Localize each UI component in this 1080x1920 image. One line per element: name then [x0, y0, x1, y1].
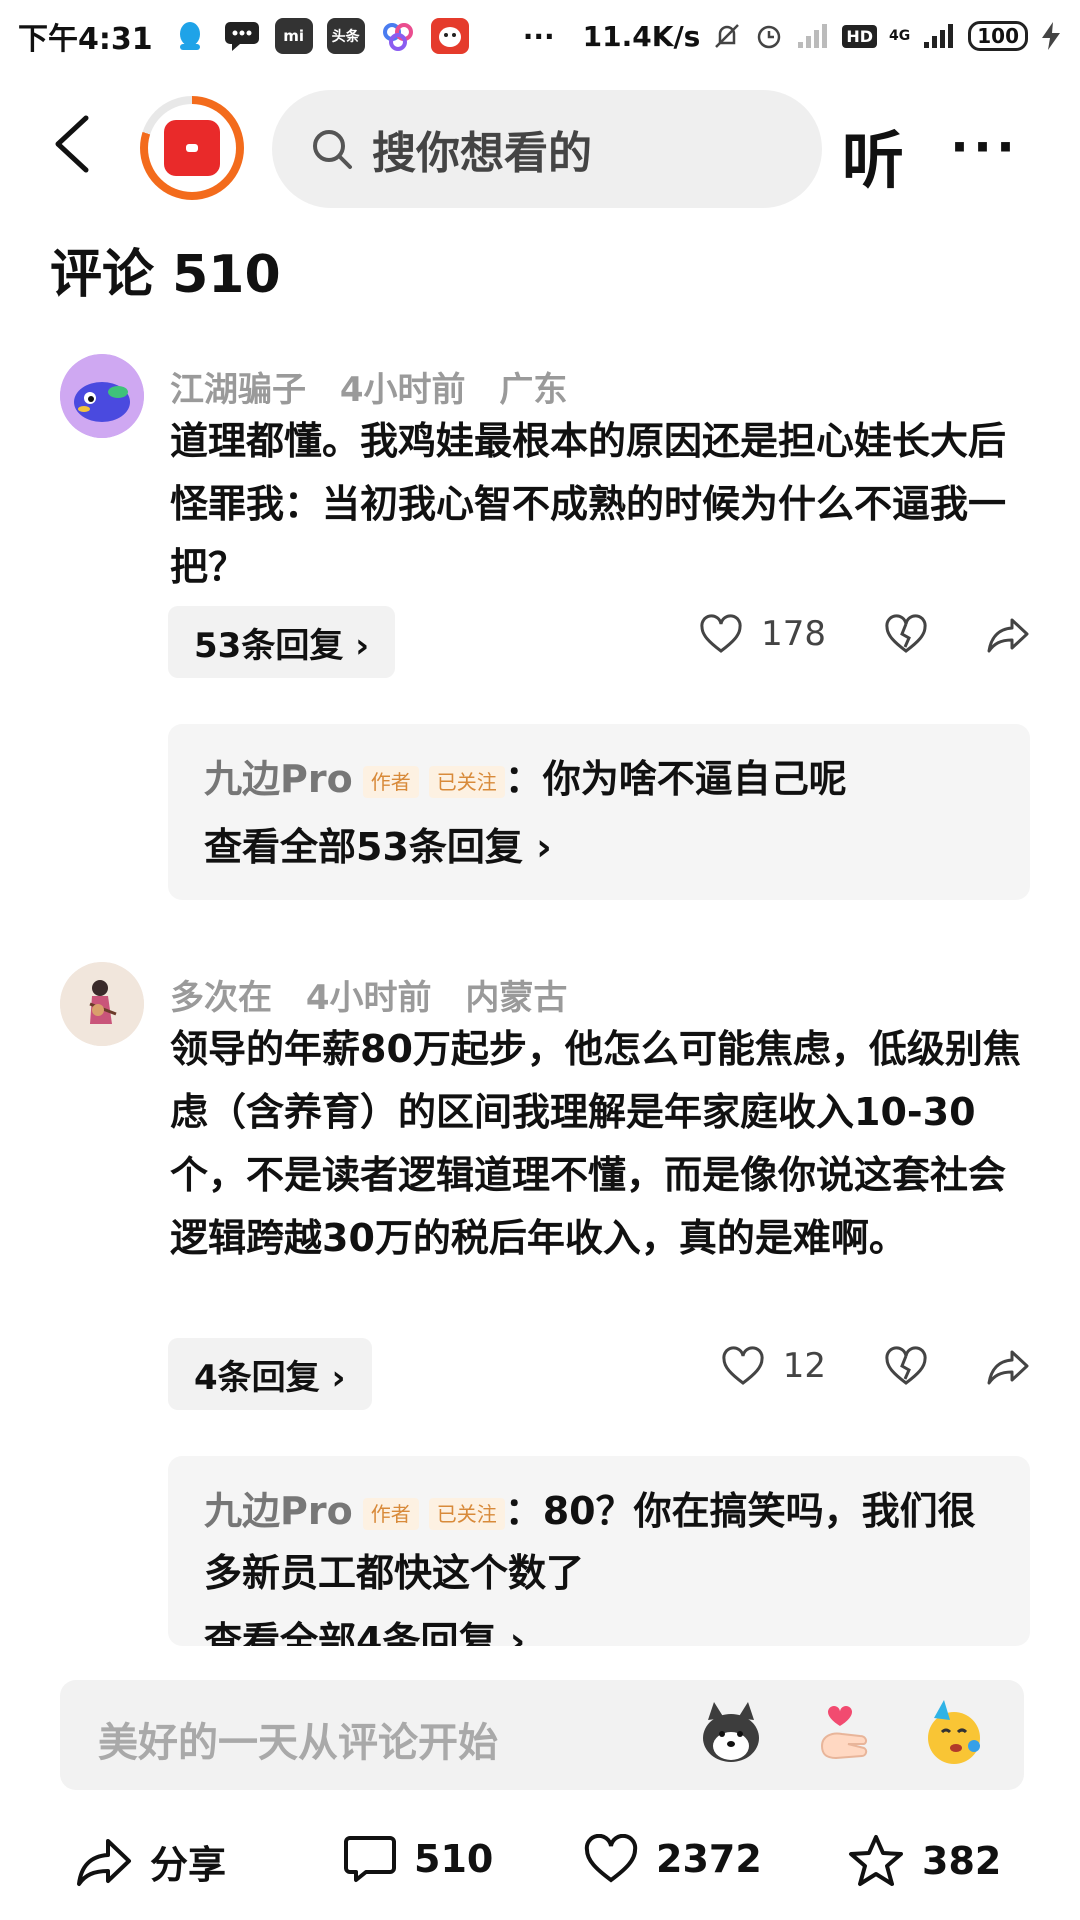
comment-text: 道理都懂。我鸡娃最根本的原因还是担心娃长大后怪罪我：当初我心智不成熟的时候为什么…: [170, 419, 1007, 589]
network-type: 4G: [889, 28, 911, 44]
battery-indicator: 100: [968, 21, 1028, 51]
search-placeholder: 搜你想看的: [372, 128, 592, 179]
replies-button[interactable]: 53条回复 ›: [168, 606, 396, 678]
comments-count: 510: [414, 1837, 494, 1881]
share-icon: [77, 1838, 131, 1886]
view-all-replies-link[interactable]: 查看全部53条回复 ›: [204, 816, 994, 871]
author-tag: 作者: [362, 765, 419, 798]
more-menu-button[interactable]: ···: [950, 118, 1019, 176]
comment-input-placeholder: 美好的一天从评论开始: [98, 1720, 498, 1766]
comment-actions: 178: [699, 614, 1030, 654]
wifi-signal-icon: [798, 24, 828, 48]
search-icon: [313, 130, 352, 169]
star-icon: [849, 1835, 903, 1886]
like-count: 178: [761, 614, 826, 654]
husky-emoji-icon[interactable]: [696, 1698, 766, 1768]
username[interactable]: 江湖骗子: [170, 370, 306, 410]
share-label: 分享: [150, 1843, 227, 1887]
back-arrow-icon[interactable]: [48, 114, 98, 174]
top-nav: 搜你想看的 听 ···: [0, 82, 1080, 208]
bottom-action-bar: 分享 510 2372 382: [0, 1810, 1080, 1920]
status-app-icons: mi 头条: [171, 18, 469, 54]
comment-meta: 江湖骗子 4小时前 广东: [170, 362, 589, 411]
share-arrow-icon[interactable]: [986, 1346, 1030, 1386]
hd-badge: HD: [842, 24, 878, 48]
followed-tag: 已关注: [428, 1497, 505, 1530]
search-bar[interactable]: 搜你想看的: [272, 90, 822, 208]
comment-time: 4小时前: [339, 370, 466, 410]
comment-bubble-icon: [344, 1836, 396, 1882]
page-title: 评论 510: [50, 245, 281, 305]
username[interactable]: 多次在: [170, 978, 272, 1018]
comment-input[interactable]: 美好的一天从评论开始: [60, 1680, 1024, 1790]
comment-location: 广东: [499, 370, 568, 410]
likes-count: 2372: [656, 1837, 762, 1881]
like-post-button[interactable]: 2372: [584, 1834, 762, 1884]
heart-icon: [700, 614, 742, 653]
listen-button[interactable]: 听: [842, 110, 904, 200]
share-arrow-icon[interactable]: [986, 614, 1030, 654]
jd-icon: [430, 18, 469, 54]
mute-bell-icon: [715, 24, 740, 48]
view-all-replies-link[interactable]: 查看全部4条回复 ›: [204, 1610, 994, 1646]
favorite-button[interactable]: 382: [848, 1834, 1001, 1888]
status-right: ··· 11.4K/s HD 4G 100: [523, 20, 1062, 53]
comment-actions: 12: [721, 1346, 1030, 1386]
avatar[interactable]: [60, 962, 144, 1046]
followed-tag: 已关注: [428, 765, 505, 798]
broken-heart-icon[interactable]: [884, 1346, 928, 1386]
finger-heart-emoji-icon[interactable]: [808, 1698, 878, 1768]
like-count: 12: [782, 1346, 826, 1386]
replies-button[interactable]: 4条回复 ›: [168, 1338, 372, 1410]
sub-reply-box[interactable]: 九边Pro 作者 已关注 ：你为啥不逼自己呢 查看全部53条回复 ›: [168, 724, 1030, 900]
heart-icon: [584, 1834, 638, 1883]
charging-icon: [1042, 22, 1060, 50]
scroll-fade: [160, 1650, 1040, 1680]
share-button[interactable]: 分享: [76, 1834, 226, 1889]
cell-signal-icon: [924, 24, 954, 48]
party-face-emoji-icon[interactable]: [918, 1698, 988, 1768]
comment-location: 内蒙古: [465, 978, 568, 1018]
alarm-icon: [758, 25, 781, 49]
heart-icon: [722, 1346, 764, 1385]
comment-text: 领导的年薪80万起步，他怎么可能焦虑，低级别焦虑（含养育）的区间我理解是年家庭收…: [170, 1027, 1021, 1260]
app-logo-button[interactable]: [140, 96, 244, 200]
like-button[interactable]: 178: [699, 614, 826, 654]
comment-meta: 多次在 4小时前 内蒙古: [170, 970, 589, 1019]
sub-reply-author[interactable]: 九边Pro: [204, 1489, 353, 1533]
mi-icon: mi: [274, 18, 313, 54]
avatar[interactable]: [60, 354, 144, 438]
qq-icon: [171, 18, 209, 54]
broken-heart-icon[interactable]: [884, 614, 928, 654]
network-speed: 11.4K/s: [582, 19, 701, 53]
sub-reply-text: ：你为啥不逼自己呢: [504, 757, 847, 801]
sub-reply-author[interactable]: 九边Pro: [204, 757, 353, 801]
sub-reply-box[interactable]: 九边Pro 作者 已关注 ：80？你在搞笑吗，我们很多新员工都快这个数了 查看全部4条…: [168, 1456, 1030, 1646]
toutiao-icon: 头条: [326, 18, 365, 54]
red-envelope-icon: [164, 120, 220, 176]
author-tag: 作者: [362, 1497, 419, 1530]
like-button[interactable]: 12: [721, 1346, 826, 1386]
status-bar: 下午4:31 mi 头条 ··· 11.4K/s HD 4G 100: [0, 0, 1080, 72]
status-time: 下午4:31: [18, 22, 153, 57]
status-dots: ···: [522, 19, 555, 53]
comment-time: 4小时前: [305, 978, 432, 1018]
app-icon: [379, 18, 417, 54]
message-icon: [223, 18, 261, 54]
comments-button[interactable]: 510: [344, 1834, 493, 1884]
favorites-count: 382: [922, 1839, 1002, 1883]
